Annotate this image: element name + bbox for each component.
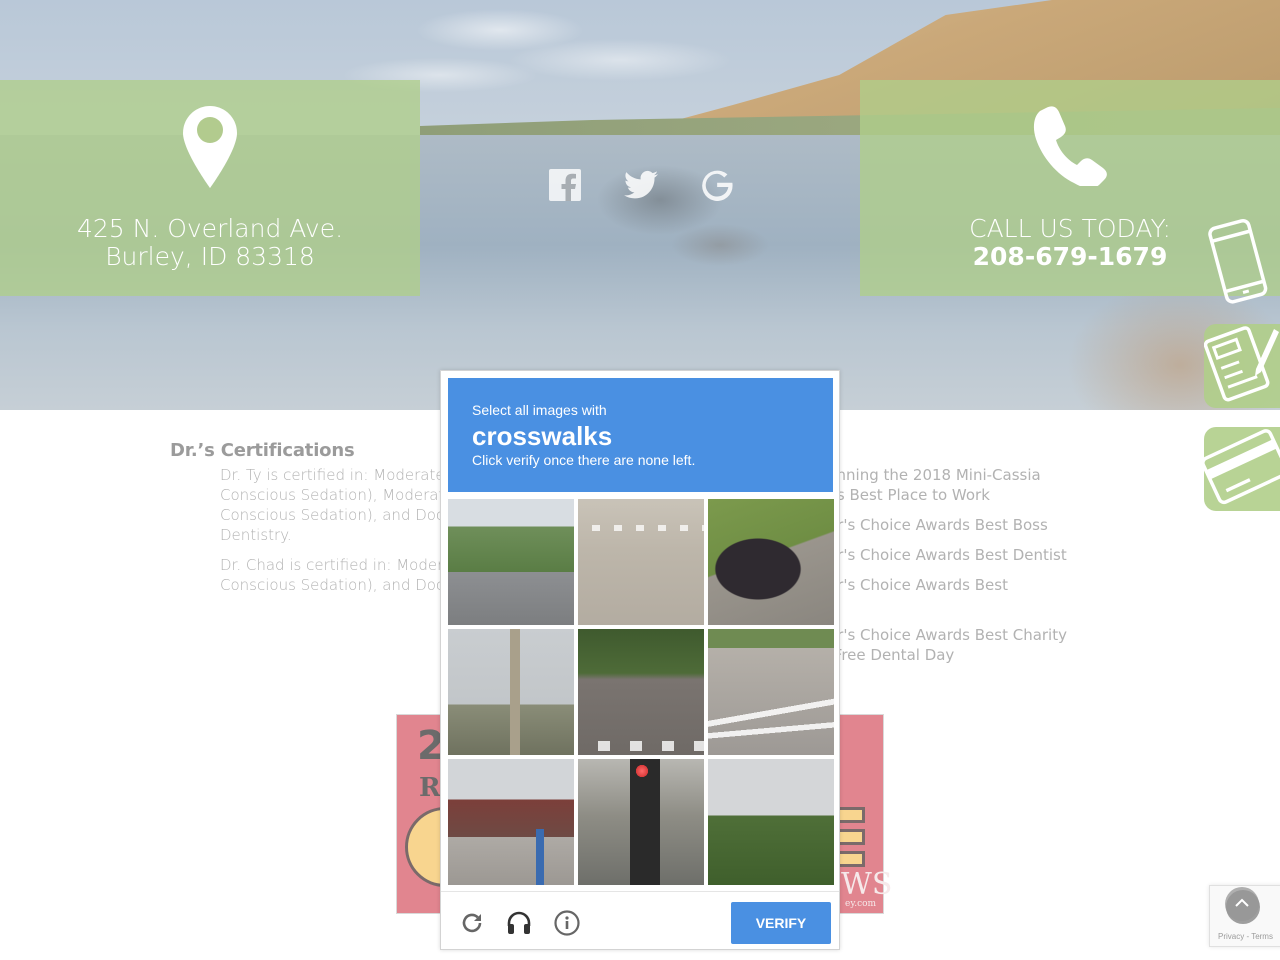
captcha-tile-utility-pole-street[interactable] — [448, 629, 574, 755]
facebook-icon[interactable] — [548, 168, 582, 202]
social-links — [548, 168, 734, 202]
captcha-tile-traffic-light[interactable] — [578, 759, 704, 885]
privacy-terms-links[interactable]: Privacy - Terms — [1218, 932, 1273, 941]
captcha-tile-laundry-storefront[interactable] — [448, 759, 574, 885]
text-line: Dr. Ty is certified in: Moderate E — [220, 466, 459, 484]
banner-url: ey.com — [845, 899, 877, 909]
reload-icon[interactable] — [459, 910, 485, 936]
credit-card-icon — [1201, 427, 1280, 512]
info-icon[interactable] — [554, 910, 580, 936]
dr-ty-certification: Dr. Ty is certified in: Moderate E Consc… — [220, 465, 460, 545]
side-button-mobile[interactable] — [1204, 218, 1280, 306]
award-item: eader's Choice Awards Best Charity — [800, 626, 1067, 644]
captcha-instructions: Select all images with crosswalks Click … — [448, 378, 833, 492]
award-item: eader's Choice Awards Best Dentist — [800, 546, 1067, 564]
dr-chad-certification: Dr. Chad is certified in: Moderat Consci… — [220, 555, 460, 595]
chevron-up-icon — [1235, 895, 1249, 913]
verify-button[interactable]: VERIFY — [731, 902, 831, 944]
captcha-footer: VERIFY — [441, 891, 839, 949]
scroll-to-top-button[interactable] — [1225, 887, 1259, 921]
twitter-icon[interactable] — [624, 168, 658, 202]
captcha-tile-trees-signal[interactable] — [708, 759, 834, 885]
text-line: Conscious Sedation), and Docto — [220, 506, 460, 524]
text-line: Conscious Sedation), and Docto — [220, 576, 460, 594]
certifications-heading: Dr.’s Certifications — [170, 440, 355, 461]
side-button-payment[interactable] — [1201, 427, 1280, 512]
mobile-phone-icon — [1204, 217, 1274, 312]
captcha-keyword: crosswalks — [472, 421, 613, 451]
form-pencil-icon — [1203, 321, 1280, 412]
captcha-tile-tree-lined-road[interactable] — [578, 629, 704, 755]
banner-readers-text: R — [419, 773, 441, 803]
captcha-tile-road-crosswalk[interactable] — [578, 499, 704, 625]
text-line: Conscious Sedation), Moderate — [220, 486, 454, 504]
captcha-tile-parked-black-car[interactable] — [708, 499, 834, 625]
text-line: Dentistry. — [220, 526, 292, 544]
captcha-tile-intersection-crosswalk[interactable] — [708, 629, 834, 755]
map-pin-icon — [183, 106, 237, 192]
captcha-prompt: Select all images with — [472, 402, 607, 418]
captcha-tile-street-with-cars[interactable] — [448, 499, 574, 625]
text-line: Dr. Chad is certified in: Moderat — [220, 556, 459, 574]
phone-icon — [1032, 106, 1108, 190]
google-icon[interactable] — [700, 168, 734, 202]
captcha-image-grid — [448, 499, 835, 886]
address-line-2: Burley, ID 83318 — [105, 242, 315, 271]
headphones-icon[interactable] — [506, 910, 532, 936]
address-line-1: 425 N. Overland Ave. — [76, 214, 344, 243]
address-panel: 425 N. Overland Ave. Burley, ID 83318 — [0, 80, 420, 296]
captcha-hint: Click verify once there are none left. — [472, 452, 696, 468]
side-button-forms[interactable] — [1203, 324, 1280, 408]
banner-news-text: WS — [841, 867, 893, 902]
recaptcha-challenge: Select all images with crosswalks Click … — [440, 370, 840, 950]
